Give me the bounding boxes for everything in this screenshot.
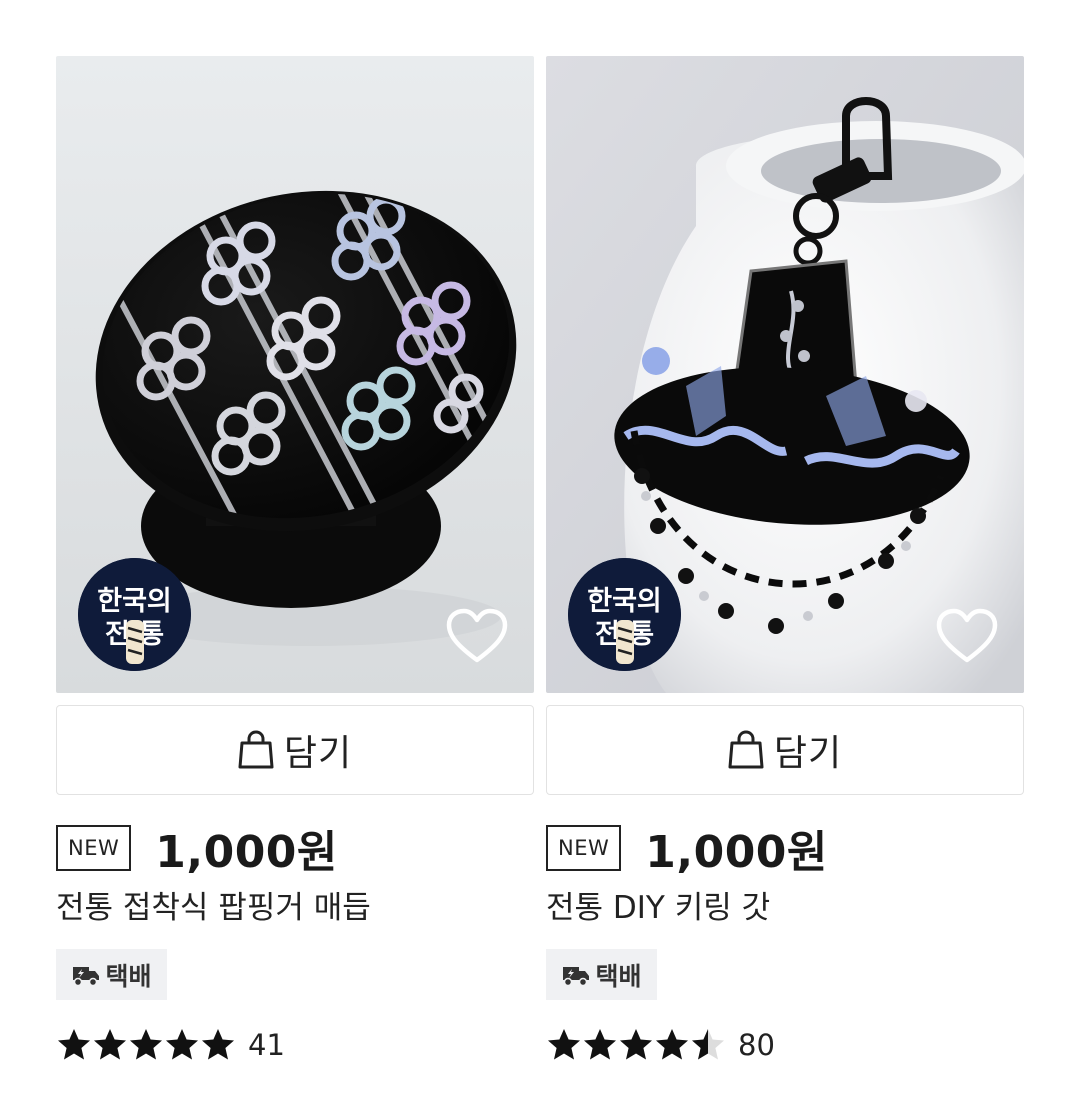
shopping-bag-icon	[238, 730, 274, 769]
product-title[interactable]: 전통 접착식 팝핑거 매듭	[56, 882, 371, 927]
star-icon	[202, 1029, 234, 1060]
add-to-cart-label: 담기	[773, 733, 843, 774]
star-icon	[584, 1029, 616, 1060]
shipping-label: 택배	[105, 961, 152, 991]
product-image[interactable]: 한국의 전 통	[546, 56, 1024, 693]
shipping-badge: 택배	[546, 949, 657, 1000]
delivery-truck-icon	[73, 966, 100, 986]
star-icon	[548, 1029, 580, 1060]
stars-filled-layer	[546, 1027, 708, 1063]
new-badge: NEW	[546, 825, 622, 871]
wishlist-heart-button[interactable]	[446, 608, 508, 664]
wishlist-heart-button[interactable]	[936, 608, 998, 664]
shipping-label: 택배	[595, 961, 642, 991]
product-image[interactable]: 한국의 전 통	[56, 56, 534, 693]
star-icon	[58, 1029, 90, 1060]
add-to-cart-button[interactable]: 담기	[56, 705, 534, 795]
brand-logo-badge: 한국의 전 통	[78, 558, 191, 671]
brand-logo-badge: 한국의 전 통	[568, 558, 681, 671]
shipping-badge: 택배	[56, 949, 167, 1000]
heart-icon	[936, 608, 998, 663]
rating-row: 80	[546, 1025, 775, 1065]
add-to-cart-button[interactable]: 담기	[546, 705, 1024, 795]
product-price: 1,000원	[155, 827, 338, 878]
new-badge: NEW	[56, 825, 132, 871]
star-rating	[56, 1027, 236, 1063]
brand-badge-line1: 한국의	[97, 586, 172, 617]
review-count: 41	[248, 1028, 285, 1062]
product-title[interactable]: 전통 DIY 키링 갓	[546, 882, 770, 927]
product-card[interactable]: 한국의 전 통 담기 NEW	[56, 56, 534, 1062]
product-price: 1,000원	[645, 827, 828, 878]
stars-filled-layer	[56, 1027, 236, 1063]
product-grid: 한국의 전 통 담기 NEW 1,000원 전통 접착식 팝핑거 매듭 택배 4…	[56, 56, 1024, 1076]
add-to-cart-label: 담기	[283, 733, 353, 774]
delivery-truck-icon	[563, 966, 590, 986]
star-icon	[656, 1029, 688, 1060]
rating-row: 41	[56, 1025, 285, 1065]
star-icon	[620, 1029, 652, 1060]
price-row: NEW 1,000원	[546, 820, 828, 878]
star-icon	[94, 1029, 126, 1060]
product-card[interactable]: 한국의 전 통 담기 NEW	[546, 56, 1024, 1062]
star-icon	[692, 1029, 708, 1060]
heart-icon	[446, 608, 508, 663]
shopping-bag-icon	[728, 730, 764, 769]
review-count: 80	[738, 1028, 775, 1062]
star-icon	[166, 1029, 198, 1060]
star-icon	[130, 1029, 162, 1060]
star-rating	[546, 1027, 726, 1063]
price-row: NEW 1,000원	[56, 820, 338, 878]
brand-badge-line1: 한국의	[587, 586, 662, 617]
